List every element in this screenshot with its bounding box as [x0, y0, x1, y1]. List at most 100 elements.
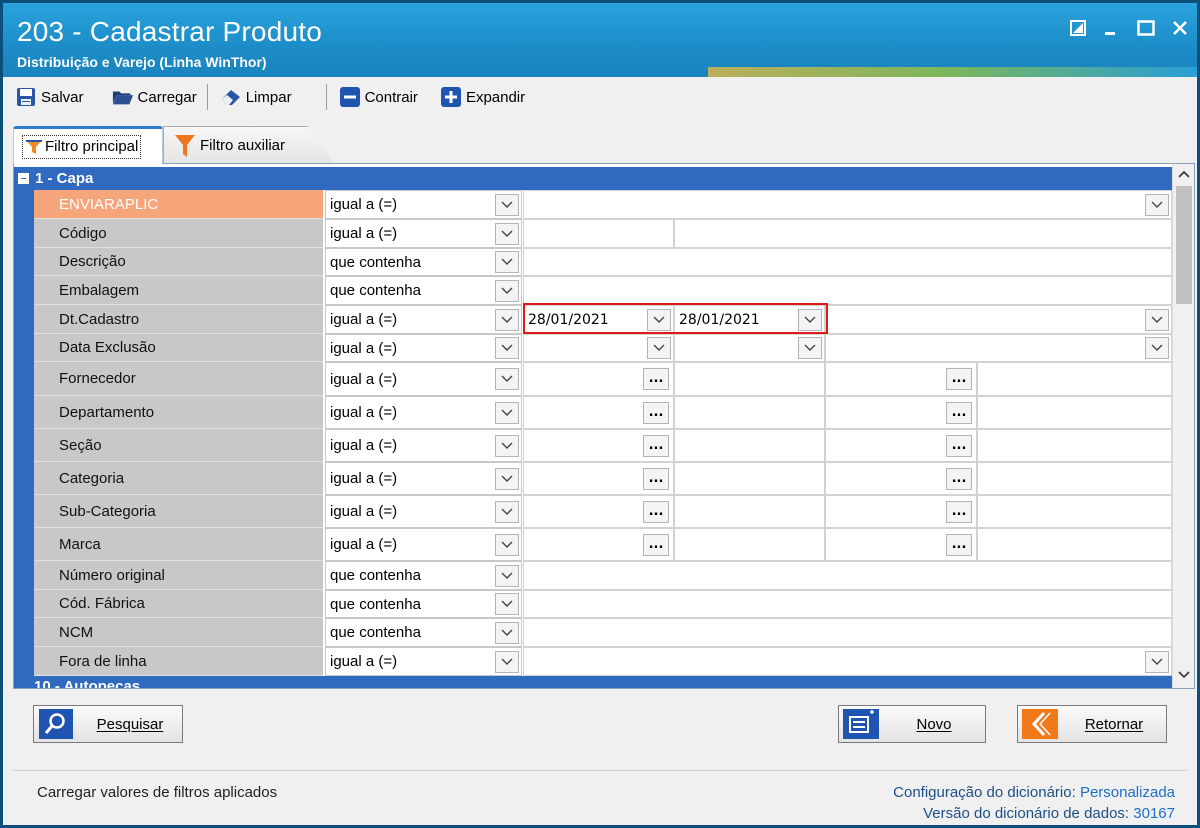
- operator-select[interactable]: igual a (=): [325, 528, 522, 561]
- calendar-dropdown-icon[interactable]: [647, 337, 671, 359]
- code-to-input[interactable]: ...: [825, 396, 977, 429]
- lookup-ellipsis-button[interactable]: ...: [643, 500, 669, 523]
- date-to-picker[interactable]: [674, 334, 825, 362]
- date-to-picker[interactable]: 28/01/2021: [674, 305, 825, 334]
- title-bar[interactable]: 203 - Cadastrar Produto Distribuição e V…: [3, 3, 1197, 77]
- code-to-input[interactable]: ...: [825, 429, 977, 462]
- value-input[interactable]: [523, 276, 1172, 305]
- chevron-down-icon[interactable]: [495, 222, 519, 245]
- desc-from-input[interactable]: [674, 462, 825, 495]
- date-period-select[interactable]: [825, 334, 1172, 362]
- chevron-down-icon[interactable]: [495, 621, 519, 644]
- lookup-ellipsis-button[interactable]: ...: [946, 434, 972, 457]
- scroll-down-icon[interactable]: [1177, 668, 1191, 682]
- operator-select[interactable]: igual a (=): [325, 190, 522, 219]
- lookup-ellipsis-button[interactable]: ...: [946, 467, 972, 490]
- code-to-input[interactable]: ...: [825, 495, 977, 528]
- calendar-dropdown-icon[interactable]: [798, 308, 822, 331]
- desc-from-input[interactable]: [674, 396, 825, 429]
- desc-to-input[interactable]: [977, 495, 1172, 528]
- expand-button[interactable]: Expandir: [436, 83, 529, 111]
- value-select[interactable]: [523, 647, 1172, 676]
- code-from-input[interactable]: ...: [523, 528, 674, 561]
- vertical-scrollbar[interactable]: [1172, 164, 1194, 688]
- collapse-button[interactable]: Contrair: [335, 83, 422, 111]
- lookup-ellipsis-button[interactable]: ...: [946, 401, 972, 424]
- operator-select[interactable]: igual a (=): [325, 429, 522, 462]
- desc-from-input[interactable]: [674, 495, 825, 528]
- chevron-down-icon[interactable]: [1145, 308, 1169, 331]
- date-period-select[interactable]: [825, 305, 1172, 334]
- chevron-down-icon[interactable]: [495, 401, 519, 424]
- chevron-down-icon[interactable]: [495, 279, 519, 302]
- restore-icon[interactable]: [1065, 17, 1091, 39]
- chevron-down-icon[interactable]: [1145, 337, 1169, 359]
- new-button[interactable]: Novo: [838, 705, 986, 743]
- value-select[interactable]: [523, 190, 1172, 219]
- operator-select[interactable]: igual a (=): [325, 305, 522, 334]
- operator-select[interactable]: igual a (=): [325, 462, 522, 495]
- value-input[interactable]: [523, 248, 1172, 276]
- value-to-input[interactable]: [674, 219, 1172, 248]
- desc-to-input[interactable]: [977, 396, 1172, 429]
- search-button[interactable]: Pesquisar: [33, 705, 183, 743]
- tab-main-filter[interactable]: Filtro principal: [13, 126, 163, 164]
- operator-select[interactable]: igual a (=): [325, 334, 522, 362]
- desc-from-input[interactable]: [674, 429, 825, 462]
- minimize-icon[interactable]: [1098, 17, 1124, 39]
- group-header-capa[interactable]: 1 - Capa: [14, 167, 1172, 190]
- desc-from-input[interactable]: [674, 362, 825, 396]
- operator-select[interactable]: que contenha: [325, 618, 522, 647]
- close-icon[interactable]: [1167, 17, 1193, 39]
- lookup-ellipsis-button[interactable]: ...: [946, 368, 972, 390]
- lookup-ellipsis-button[interactable]: ...: [643, 467, 669, 490]
- chevron-down-icon[interactable]: [1145, 193, 1169, 216]
- clear-button[interactable]: Limpar: [216, 83, 296, 111]
- lookup-ellipsis-button[interactable]: ...: [946, 533, 972, 556]
- chevron-down-icon[interactable]: [495, 308, 519, 331]
- code-from-input[interactable]: ...: [523, 462, 674, 495]
- load-button[interactable]: Carregar: [108, 83, 201, 111]
- back-button[interactable]: Retornar: [1017, 705, 1167, 743]
- lookup-ellipsis-button[interactable]: ...: [643, 401, 669, 424]
- code-from-input[interactable]: ...: [523, 362, 674, 396]
- desc-to-input[interactable]: [977, 429, 1172, 462]
- group-header-autopecas[interactable]: 10 - Autopeças: [14, 676, 1172, 688]
- chevron-down-icon[interactable]: [495, 434, 519, 457]
- value-input[interactable]: [523, 618, 1172, 647]
- operator-select[interactable]: que contenha: [325, 248, 522, 276]
- operator-select[interactable]: igual a (=): [325, 396, 522, 429]
- scroll-up-icon[interactable]: [1177, 167, 1191, 181]
- date-from-picker[interactable]: 28/01/2021: [523, 305, 674, 334]
- chevron-down-icon[interactable]: [495, 650, 519, 673]
- scroll-thumb[interactable]: [1176, 186, 1192, 304]
- lookup-ellipsis-button[interactable]: ...: [643, 368, 669, 390]
- chevron-down-icon[interactable]: [495, 533, 519, 556]
- value-input[interactable]: [523, 561, 1172, 590]
- date-from-picker[interactable]: [523, 334, 674, 362]
- value-from-input[interactable]: [523, 219, 674, 248]
- operator-select[interactable]: que contenha: [325, 276, 522, 305]
- operator-select[interactable]: que contenha: [325, 590, 522, 618]
- desc-to-input[interactable]: [977, 528, 1172, 561]
- chevron-down-icon[interactable]: [495, 564, 519, 587]
- operator-select[interactable]: igual a (=): [325, 219, 522, 248]
- code-from-input[interactable]: ...: [523, 396, 674, 429]
- chevron-down-icon[interactable]: [495, 368, 519, 390]
- desc-to-input[interactable]: [977, 362, 1172, 396]
- save-button[interactable]: Salvar: [11, 83, 88, 111]
- lookup-ellipsis-button[interactable]: ...: [643, 434, 669, 457]
- chevron-down-icon[interactable]: [1145, 650, 1169, 673]
- lookup-ellipsis-button[interactable]: ...: [946, 500, 972, 523]
- code-from-input[interactable]: ...: [523, 429, 674, 462]
- operator-select[interactable]: igual a (=): [325, 362, 522, 396]
- code-to-input[interactable]: ...: [825, 362, 977, 396]
- chevron-down-icon[interactable]: [495, 193, 519, 216]
- operator-select[interactable]: que contenha: [325, 561, 522, 590]
- code-to-input[interactable]: ...: [825, 528, 977, 561]
- value-input[interactable]: [523, 590, 1172, 618]
- calendar-dropdown-icon[interactable]: [647, 308, 671, 331]
- code-from-input[interactable]: ...: [523, 495, 674, 528]
- operator-select[interactable]: igual a (=): [325, 495, 522, 528]
- code-to-input[interactable]: ...: [825, 462, 977, 495]
